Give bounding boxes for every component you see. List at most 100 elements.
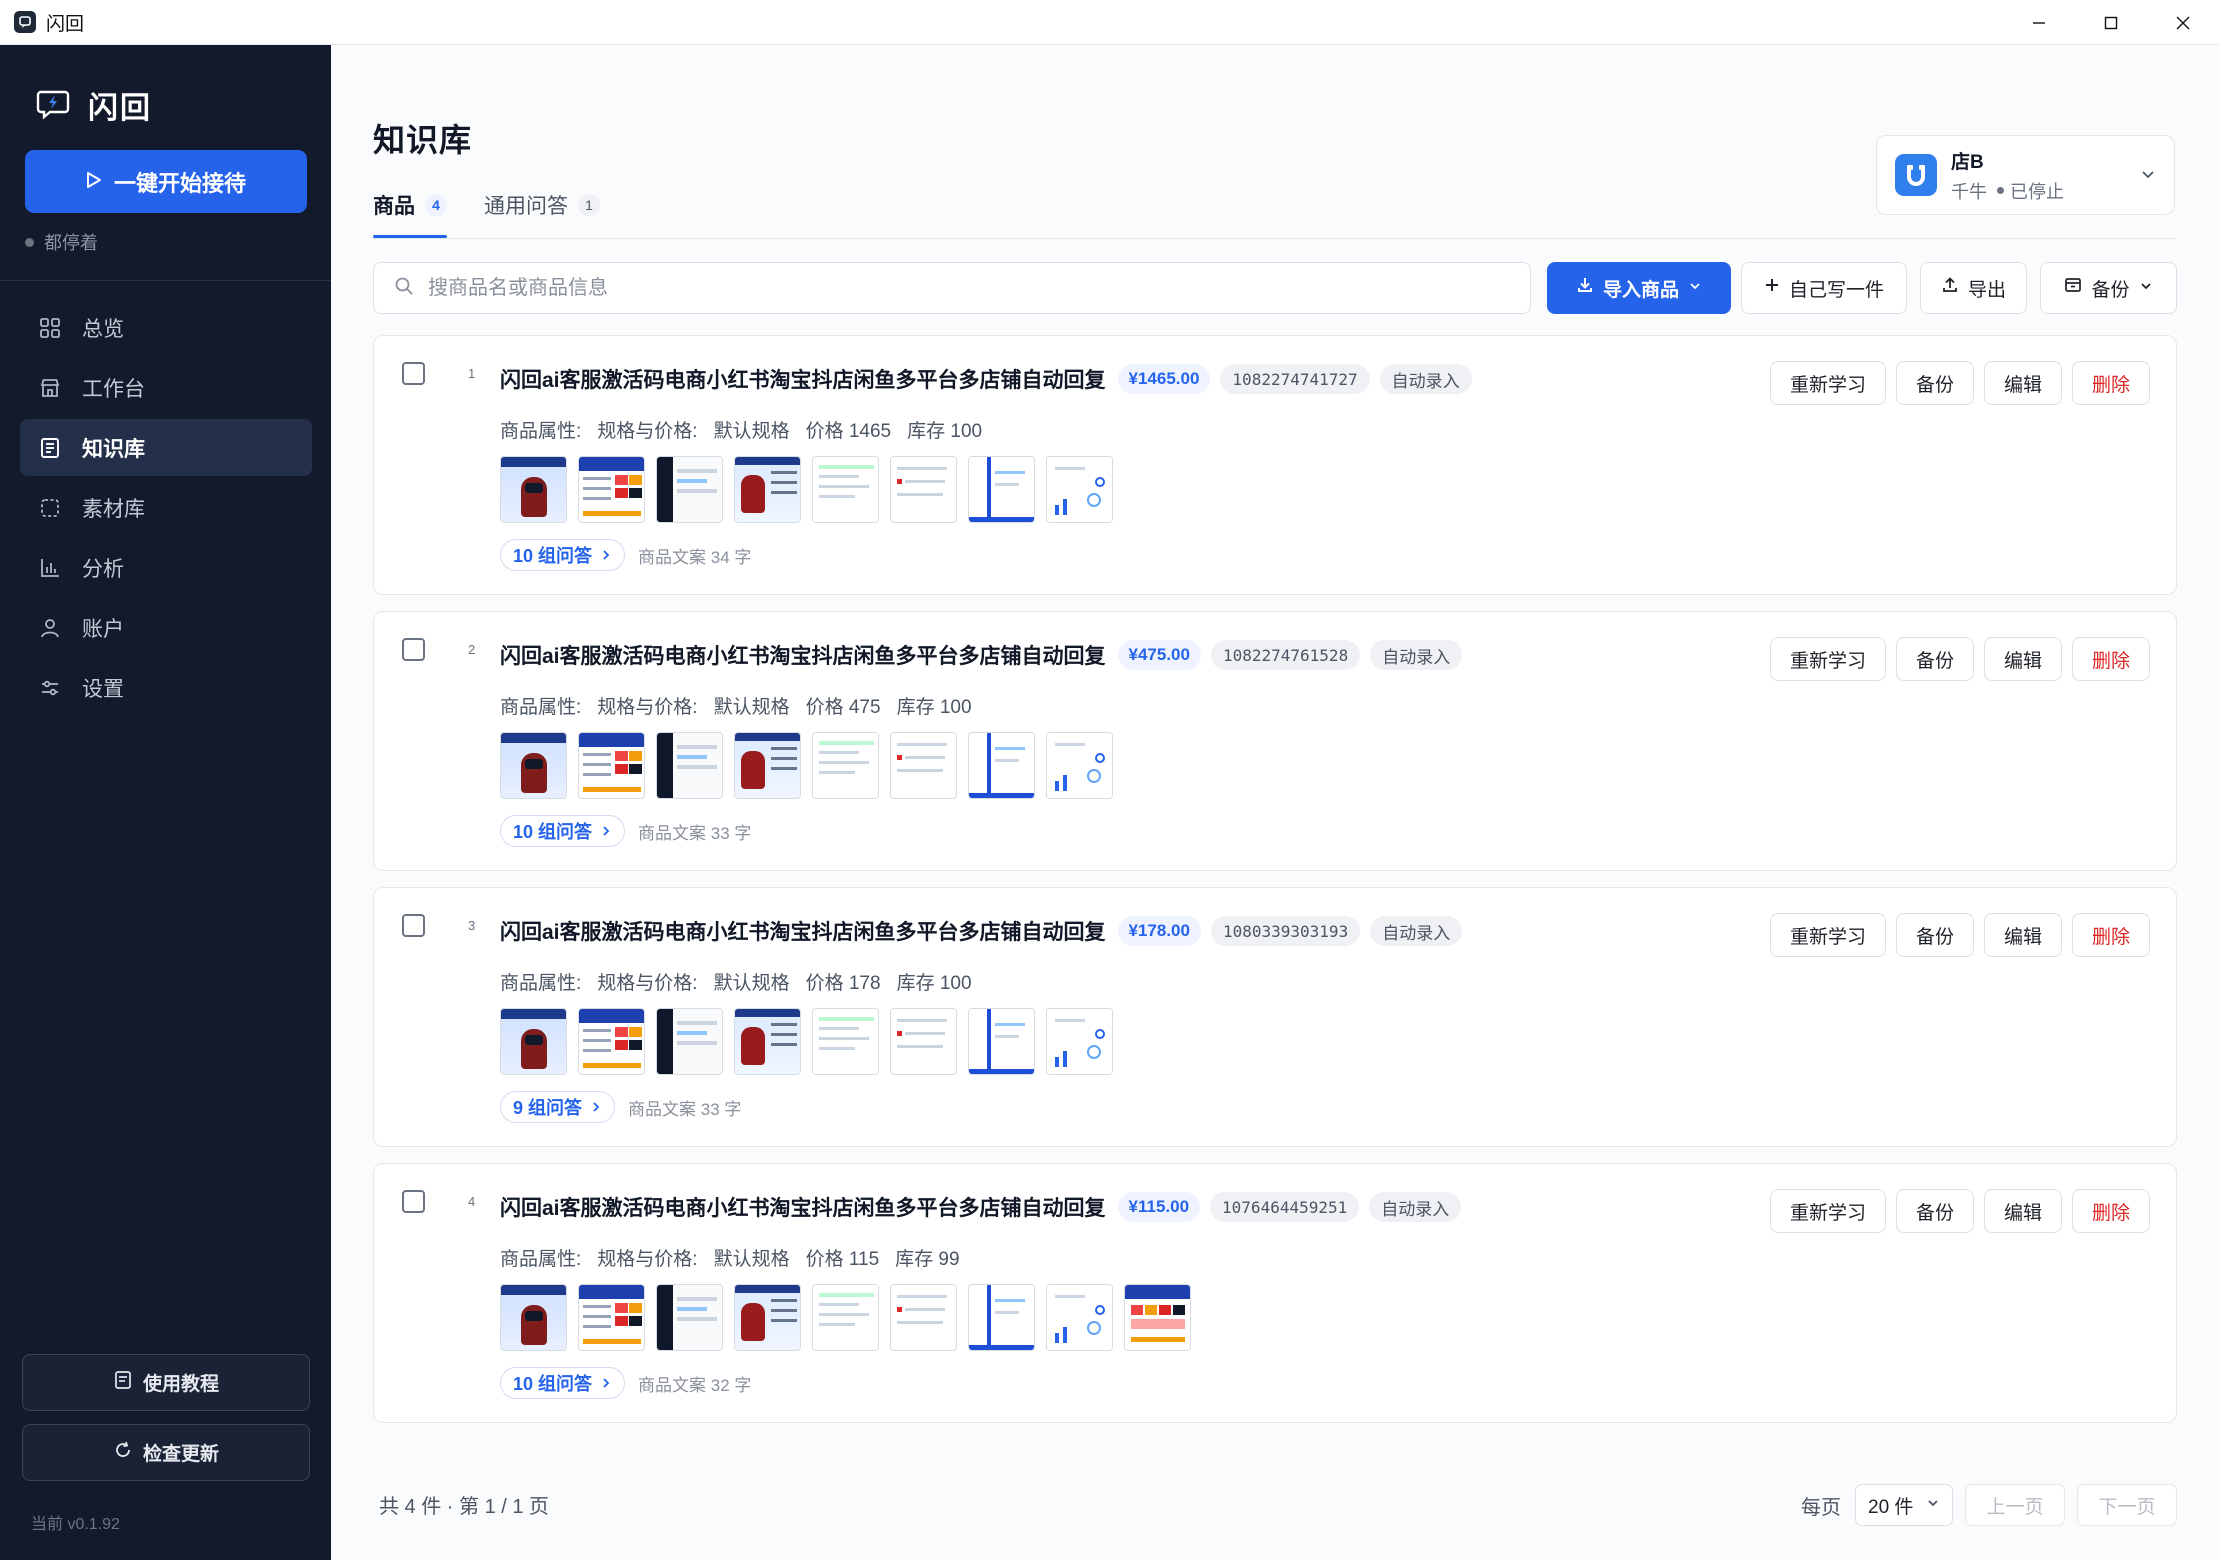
relearn-button[interactable]: 重新学习 bbox=[1770, 637, 1886, 681]
product-thumbnail[interactable] bbox=[890, 456, 957, 523]
product-thumbnail[interactable] bbox=[812, 456, 879, 523]
product-thumbnail[interactable] bbox=[1046, 1008, 1113, 1075]
product-thumbnail[interactable] bbox=[968, 1008, 1035, 1075]
delete-button[interactable]: 删除 bbox=[2072, 361, 2150, 405]
sidebar-item-account[interactable]: 账户 bbox=[20, 599, 312, 656]
product-thumbnail[interactable] bbox=[1046, 456, 1113, 523]
relearn-button[interactable]: 重新学习 bbox=[1770, 913, 1886, 957]
edit-button[interactable]: 编辑 bbox=[1984, 637, 2062, 681]
product-thumbnail[interactable] bbox=[890, 1284, 957, 1351]
sidebar-item-workbench[interactable]: 工作台 bbox=[20, 359, 312, 416]
product-thumbnail[interactable] bbox=[1046, 1284, 1113, 1351]
product-checkbox[interactable] bbox=[402, 638, 425, 661]
start-reception-button[interactable]: 一键开始接待 bbox=[25, 150, 307, 213]
product-thumbnail[interactable] bbox=[734, 732, 801, 799]
product-thumbnail[interactable] bbox=[812, 1008, 879, 1075]
product-thumbnail[interactable] bbox=[656, 732, 723, 799]
sidebar-item-overview[interactable]: 总览 bbox=[20, 299, 312, 356]
product-thumbnail[interactable] bbox=[812, 1284, 879, 1351]
sidebar-item-materials[interactable]: 素材库 bbox=[20, 479, 312, 536]
stock-value: 库存 100 bbox=[896, 973, 972, 994]
qa-groups-link[interactable]: 10 组问答 bbox=[500, 815, 626, 847]
product-thumbnail[interactable] bbox=[578, 1008, 645, 1075]
stock-value: 库存 100 bbox=[896, 697, 972, 718]
check-update-button[interactable]: 检查更新 bbox=[22, 1424, 310, 1481]
product-attributes: 商品属性: 规格与价格: 默认规格 价格 1465 库存 100 bbox=[500, 416, 982, 443]
product-thumbnail[interactable] bbox=[500, 456, 567, 523]
qa-groups-label: 10 组问答 bbox=[513, 822, 593, 842]
prev-page-button[interactable]: 上一页 bbox=[1965, 1484, 2065, 1526]
product-price-badge: ¥1465.00 bbox=[1117, 364, 1211, 394]
qa-groups-link[interactable]: 9 组问答 bbox=[500, 1091, 616, 1123]
product-thumbnail[interactable] bbox=[656, 456, 723, 523]
product-thumbnail[interactable] bbox=[968, 732, 1035, 799]
edit-button[interactable]: 编辑 bbox=[1984, 1189, 2062, 1233]
edit-button[interactable]: 编辑 bbox=[1984, 361, 2062, 405]
backup-button[interactable]: 备份 bbox=[1896, 913, 1974, 957]
tab-products[interactable]: 商品 4 bbox=[373, 190, 447, 238]
edit-button[interactable]: 编辑 bbox=[1984, 913, 2062, 957]
product-search[interactable] bbox=[373, 262, 1531, 314]
qa-groups-link[interactable]: 10 组问答 bbox=[500, 539, 626, 571]
backup-button[interactable]: 备份 bbox=[1896, 1189, 1974, 1233]
spec-label: 规格与价格: bbox=[597, 421, 698, 442]
next-page-button[interactable]: 下一页 bbox=[2077, 1484, 2177, 1526]
export-label: 导出 bbox=[1967, 279, 2006, 301]
shop-selector[interactable]: 店B 千牛 已停止 bbox=[1876, 135, 2175, 215]
tab-general-qa[interactable]: 通用问答 1 bbox=[484, 190, 600, 238]
product-thumbnail[interactable] bbox=[500, 732, 567, 799]
product-thumbnail[interactable] bbox=[734, 1008, 801, 1075]
price-value: 价格 178 bbox=[805, 973, 881, 994]
search-input[interactable] bbox=[428, 276, 1508, 300]
write-product-button[interactable]: 自己写一件 bbox=[1741, 262, 1907, 314]
delete-button[interactable]: 删除 bbox=[2072, 913, 2150, 957]
product-thumbnail[interactable] bbox=[968, 456, 1035, 523]
backup-button[interactable]: 备份 bbox=[1896, 637, 1974, 681]
per-page-select[interactable]: 20 件 bbox=[1855, 1484, 1953, 1526]
product-thumbnail[interactable] bbox=[578, 1284, 645, 1351]
product-thumbnail[interactable] bbox=[734, 1284, 801, 1351]
product-checkbox[interactable] bbox=[402, 362, 425, 385]
product-thumbnail[interactable] bbox=[578, 732, 645, 799]
product-thumbnail[interactable] bbox=[656, 1008, 723, 1075]
toolbar: 导入商品 自己写一件 导出 备份 bbox=[373, 262, 2177, 314]
minimize-button[interactable] bbox=[2003, 0, 2075, 45]
sidebar-item-knowledge[interactable]: 知识库 bbox=[20, 419, 312, 476]
product-thumbnail[interactable] bbox=[890, 732, 957, 799]
product-checkbox[interactable] bbox=[402, 914, 425, 937]
product-thumbnail[interactable] bbox=[656, 1284, 723, 1351]
sidebar: 闪回 一键开始接待 都停着 总览 工作台 知识库 素材库 分析 账户 设置 使用… bbox=[0, 45, 331, 1560]
maximize-button[interactable] bbox=[2075, 0, 2147, 45]
product-checkbox[interactable] bbox=[402, 1190, 425, 1213]
product-thumbnail[interactable] bbox=[968, 1284, 1035, 1351]
sidebar-item-analytics[interactable]: 分析 bbox=[20, 539, 312, 596]
product-thumbnail[interactable] bbox=[500, 1284, 567, 1351]
product-thumbnail[interactable] bbox=[500, 1008, 567, 1075]
delete-button[interactable]: 删除 bbox=[2072, 637, 2150, 681]
refresh-icon bbox=[113, 1440, 133, 1466]
product-image-strip bbox=[500, 1284, 1191, 1351]
import-products-button[interactable]: 导入商品 bbox=[1547, 262, 1731, 314]
product-thumbnail[interactable] bbox=[734, 456, 801, 523]
product-image-strip bbox=[500, 1008, 1113, 1075]
relearn-button[interactable]: 重新学习 bbox=[1770, 361, 1886, 405]
product-thumbnail[interactable] bbox=[890, 1008, 957, 1075]
close-window-button[interactable] bbox=[2147, 0, 2219, 45]
start-reception-label: 一键开始接待 bbox=[113, 170, 246, 196]
spec-label: 规格与价格: bbox=[597, 973, 698, 994]
sliders-icon bbox=[38, 676, 62, 700]
qa-groups-link[interactable]: 10 组问答 bbox=[500, 1367, 626, 1399]
backup-button[interactable]: 备份 bbox=[1896, 361, 1974, 405]
product-thumbnail[interactable] bbox=[812, 732, 879, 799]
delete-button[interactable]: 删除 bbox=[2072, 1189, 2150, 1233]
check-update-label: 检查更新 bbox=[142, 1444, 219, 1465]
tutorial-button[interactable]: 使用教程 bbox=[22, 1354, 310, 1411]
export-button[interactable]: 导出 bbox=[1920, 262, 2027, 314]
product-thumbnail[interactable] bbox=[578, 456, 645, 523]
sidebar-item-settings[interactable]: 设置 bbox=[20, 659, 312, 716]
sidebar-item-label: 工作台 bbox=[82, 377, 145, 401]
product-thumbnail[interactable] bbox=[1046, 732, 1113, 799]
backup-menu-button[interactable]: 备份 bbox=[2040, 262, 2177, 314]
relearn-button[interactable]: 重新学习 bbox=[1770, 1189, 1886, 1233]
product-thumbnail[interactable] bbox=[1124, 1284, 1191, 1351]
